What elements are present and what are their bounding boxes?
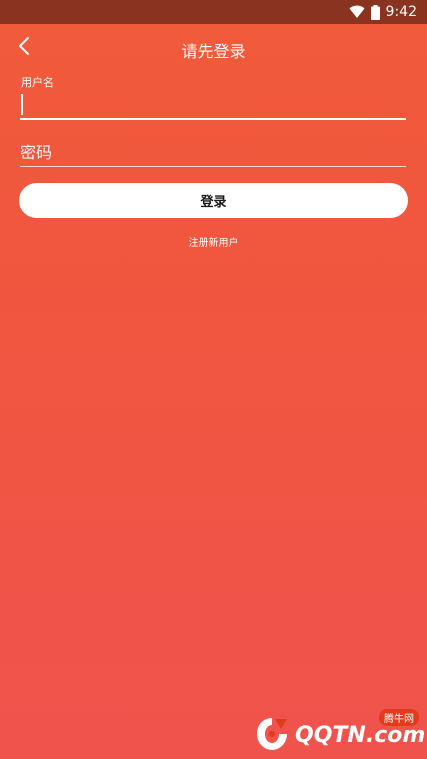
watermark-text: QQTN.com — [295, 723, 426, 748]
qqtn-logo-icon — [253, 715, 291, 753]
password-field — [20, 138, 406, 168]
app-bar: 请先登录 — [0, 24, 427, 72]
username-input[interactable] — [20, 90, 406, 120]
watermark: 腾牛网 QQTN.com — [253, 709, 426, 755]
register-link[interactable]: 注册新用户 — [0, 234, 427, 249]
status-bar: 9:42 — [0, 0, 427, 24]
password-input[interactable] — [20, 138, 406, 167]
status-icons: 9:42 — [349, 0, 417, 24]
battery-icon — [370, 4, 380, 20]
status-time: 9:42 — [385, 4, 417, 20]
login-button[interactable]: 登录 — [19, 183, 408, 218]
page-title: 请先登录 — [181, 42, 246, 61]
username-field: 用户名 — [20, 74, 406, 120]
wifi-icon — [349, 5, 365, 19]
username-label: 用户名 — [21, 76, 54, 89]
text-cursor — [21, 94, 23, 115]
